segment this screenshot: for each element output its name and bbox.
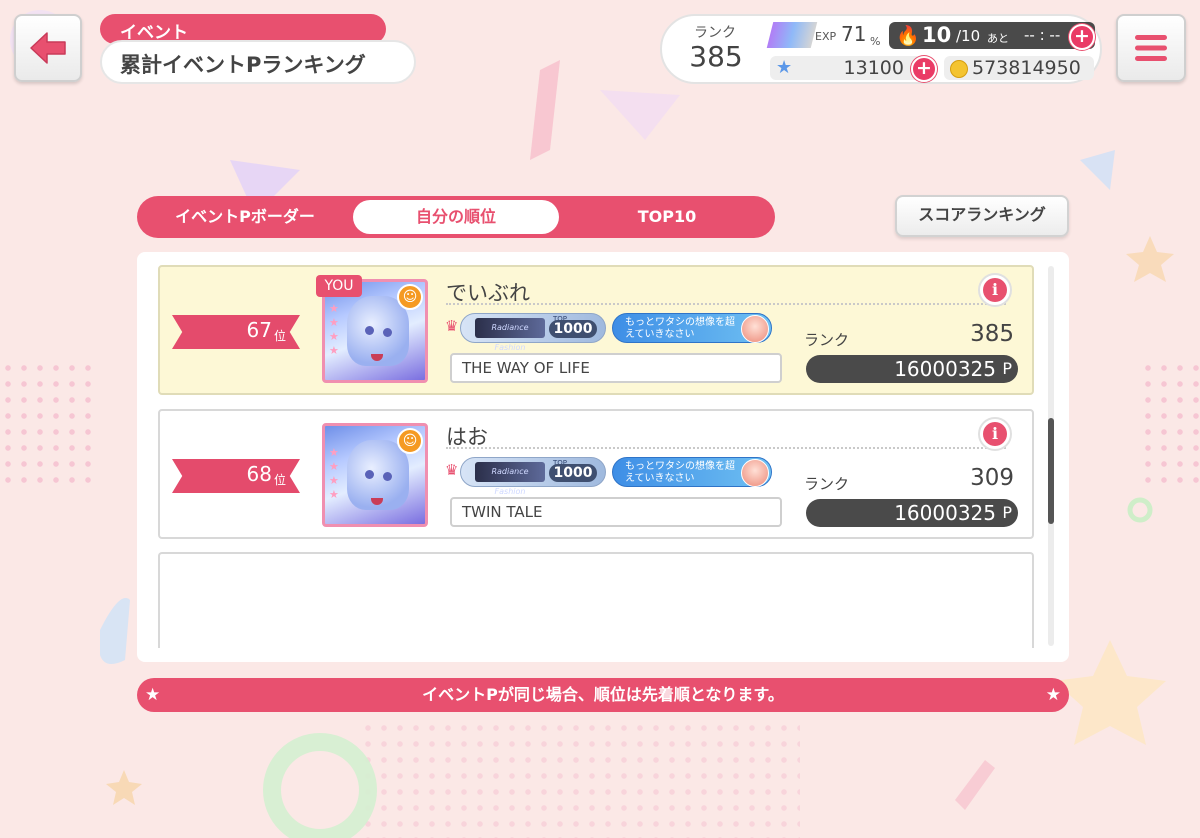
arrow-left-icon [30, 32, 66, 64]
ranking-row[interactable]: 67 位 YOU ★ ★ ★ ★ ☺ でいぶれ i ♛ Radiance Fashio… [158, 265, 1034, 395]
tab-my-rank[interactable]: 自分の順位 [353, 200, 559, 234]
background-dots [1140, 360, 1200, 490]
player-rank-value: 309 [970, 465, 1014, 491]
player-rank-label: ランク [804, 331, 850, 349]
star-icon: ★ [145, 685, 161, 705]
leader-card-avatar[interactable]: ★ ★ ★ ★ ☺ [322, 423, 428, 527]
add-stamina-button[interactable]: + [1069, 24, 1095, 50]
ranking-tab-bar: イベントPボーダー 自分の順位 TOP10 [137, 196, 775, 238]
rank-suffix: 位 [274, 473, 287, 487]
character-face-icon [741, 459, 769, 487]
card-rarity-stars: ★ ★ ★ ★ [329, 446, 339, 501]
tab-top10[interactable]: TOP10 [559, 196, 775, 238]
exp-unit: % [870, 35, 881, 48]
event-points-unit: P [1002, 359, 1012, 378]
ranking-row[interactable]: 68 位 ★ ★ ★ ★ ☺ はお i ♛ Radiance Fashion TOP … [158, 409, 1034, 539]
player-info-button[interactable]: i [978, 273, 1012, 307]
player-comment: TWIN TALE [450, 497, 782, 527]
event-title-badge: Radiance Fashion TOP 1000 [460, 313, 606, 352]
page-title: 累計イベントPランキング [100, 40, 416, 84]
event-points-unit: P [1002, 503, 1012, 522]
tie-rule-notice: ★ イベントPが同じ場合、順位は先着順となります。 ★ [137, 678, 1069, 712]
player-comment: THE WAY OF LIFE [450, 353, 782, 383]
event-points-value: 16000325 [894, 357, 996, 381]
add-stars-button[interactable]: + [911, 56, 937, 82]
rank-label: ランク [694, 25, 736, 41]
rank-suffix: 位 [274, 329, 287, 343]
back-button[interactable] [14, 14, 82, 82]
event-points: 16000325 P [806, 499, 1018, 527]
song-title: もっとワタシの想像を超えていきなさい [625, 461, 735, 484]
coin-count: 573814950 [972, 57, 1081, 79]
rank-ribbon: 67 位 [172, 315, 300, 349]
player-rank-label: ランク [804, 475, 850, 493]
rank-number: 67 [246, 318, 272, 342]
background-dots [0, 360, 96, 490]
card-eye [383, 472, 392, 481]
event-title-badge: Radiance Fashion TOP 1000 [460, 457, 606, 496]
event-logo: Radiance Fashion [475, 318, 545, 352]
happy-attribute-icon: ☺ [397, 284, 423, 310]
player-rank-value: 385 [970, 321, 1014, 347]
stamina-after-label: あと [987, 32, 1009, 45]
card-eye [365, 470, 374, 479]
star-icon: ★ [1045, 685, 1061, 705]
song-title-badge: もっとワタシの想像を超えていきなさい [612, 313, 772, 343]
score-ranking-button[interactable]: スコアランキング [895, 195, 1069, 237]
stamina-timer: -- : -- [1024, 26, 1061, 44]
name-divider [446, 303, 1006, 305]
exp-label: EXP [815, 30, 837, 43]
stamina-current: 10 [922, 23, 952, 47]
star-count: 13100 [843, 57, 904, 79]
name-divider [446, 447, 1006, 449]
coin-icon [950, 60, 968, 78]
rank-value: 385 [689, 40, 743, 73]
character-face-icon [741, 315, 769, 343]
star-icon: ★ [776, 57, 793, 78]
event-points-value: 16000325 [894, 501, 996, 525]
background-dots [360, 720, 800, 838]
scrollbar-thumb[interactable] [1048, 418, 1054, 524]
song-title-badge: もっとワタシの想像を超えていきなさい [612, 457, 772, 487]
tab-event-p-border[interactable]: イベントPボーダー [137, 196, 353, 238]
event-points: 16000325 P [806, 355, 1018, 383]
crown-icon: ♛ [445, 461, 459, 479]
menu-button[interactable] [1116, 14, 1186, 82]
event-logo: Radiance Fashion [475, 462, 545, 496]
ranking-row-empty [158, 552, 1034, 648]
flame-icon: 🔥 [896, 25, 920, 47]
card-eye [365, 326, 374, 335]
player-info-button[interactable]: i [978, 417, 1012, 451]
rank-ribbon: 68 位 [172, 459, 300, 493]
exp-bar [766, 22, 818, 48]
card-eye [383, 328, 392, 337]
info-icon: i [983, 278, 1007, 302]
crown-icon: ♛ [445, 317, 459, 335]
title-rank-number: 1000 [549, 320, 597, 338]
happy-attribute-icon: ☺ [397, 428, 423, 454]
stamina-max: /10 [956, 27, 981, 45]
rank-number: 68 [246, 462, 272, 486]
card-rarity-stars: ★ ★ ★ ★ [329, 302, 339, 357]
notice-text: イベントPが同じ場合、順位は先着順となります。 [422, 685, 784, 704]
info-icon: i [983, 422, 1007, 446]
you-badge: YOU [316, 275, 362, 297]
hamburger-icon [1135, 35, 1167, 61]
exp-value: 71 [841, 22, 867, 46]
title-rank-number: 1000 [549, 464, 597, 482]
song-title: もっとワタシの想像を超えていきなさい [625, 317, 735, 340]
